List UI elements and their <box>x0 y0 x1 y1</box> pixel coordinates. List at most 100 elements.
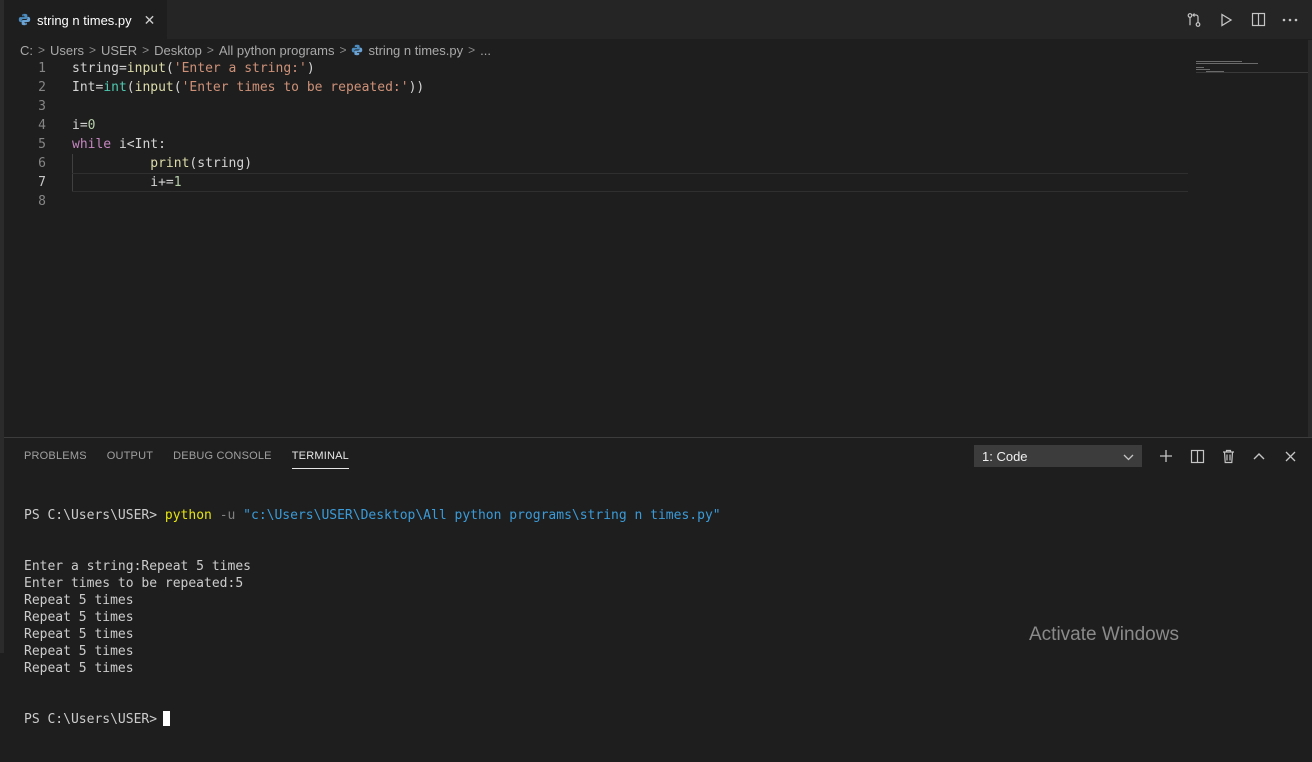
terminal-select-value: 1: Code <box>982 448 1028 464</box>
breadcrumb-item[interactable]: Desktop <box>154 43 202 58</box>
code-token: 'Enter times to be repeated:' <box>181 80 409 95</box>
code-line[interactable]: 8 <box>4 192 1192 211</box>
line-number: 7 <box>38 175 46 190</box>
chevron-right-icon: > <box>38 43 46 57</box>
terminal-prompt: PS C:\Users\USER> <box>24 712 158 727</box>
code-token: ( <box>165 61 174 76</box>
terminal-output-line: Enter times to be repeated:5 <box>24 576 244 591</box>
code-token: i= <box>72 118 88 133</box>
activation-watermark: Activate Windows <box>1029 624 1179 645</box>
panel-actions <box>1156 446 1300 466</box>
minimap-line <box>1196 61 1242 62</box>
code-token: i<Int: <box>111 137 166 152</box>
code-editor[interactable]: 1 string=input('Enter a string:') 2 Int=int… <box>4 59 1192 437</box>
terminal-command-line: PS C:\Users\USER> python -u "c:\Users\US… <box>24 507 1294 524</box>
editor-tab-bar: string n times.py ✕ <box>4 0 1312 40</box>
code-token: ) <box>306 61 315 76</box>
code-line[interactable]: 5 while i<Int: <box>4 135 1192 154</box>
code-text: i+=1 <box>72 173 182 192</box>
line-number: 5 <box>38 137 46 152</box>
line-number: 6 <box>38 156 46 171</box>
panel-tab-debug-console[interactable]: DEBUG CONSOLE <box>173 450 272 469</box>
minimap-line <box>1196 63 1258 64</box>
code-text: i=0 <box>72 116 95 135</box>
panel-tab-output[interactable]: OUTPUT <box>107 450 153 469</box>
code-text: print(string) <box>72 154 252 173</box>
line-number: 3 <box>38 99 46 114</box>
panel-tab-terminal[interactable]: TERMINAL <box>291 450 349 469</box>
code-token: print <box>150 156 190 171</box>
minimap[interactable] <box>1192 59 1309 437</box>
code-text: Int=int(input('Enter times to be repeate… <box>72 78 424 97</box>
code-token: 'Enter a string:' <box>173 61 307 76</box>
breadcrumb: C: > Users > USER > Desktop > All python… <box>20 40 491 60</box>
terminal-flag: -u <box>219 508 236 523</box>
open-changes-icon[interactable] <box>1184 10 1204 30</box>
chevron-right-icon: > <box>88 43 96 57</box>
code-token: i+= <box>72 175 174 190</box>
code-token: string= <box>72 61 127 76</box>
line-number: 4 <box>38 118 46 133</box>
line-number: 2 <box>38 80 46 95</box>
code-line[interactable]: 7 i+=1 <box>4 173 1192 192</box>
code-line[interactable]: 4 i=0 <box>4 116 1192 135</box>
run-icon[interactable] <box>1216 10 1236 30</box>
split-editor-icon[interactable] <box>1248 10 1268 30</box>
minimap-line <box>1196 67 1204 68</box>
split-terminal-icon[interactable] <box>1187 446 1207 466</box>
python-file-icon <box>18 13 31 29</box>
panel-tab-problems[interactable]: PROBLEMS <box>24 450 87 469</box>
more-actions-icon[interactable] <box>1280 10 1300 30</box>
minimap-viewport <box>1196 72 1309 73</box>
code-line[interactable]: 2 Int=int(input('Enter times to be repeat… <box>4 78 1192 97</box>
terminal-output-line: Enter a string:Repeat 5 times <box>24 559 251 574</box>
terminal-prompt: PS C:\Users\USER> <box>24 508 158 523</box>
chevron-right-icon: > <box>142 43 150 57</box>
python-file-icon <box>351 44 363 56</box>
terminal-output[interactable]: PS C:\Users\USER> python -u "c:\Users\US… <box>24 473 1294 762</box>
code-token: 1 <box>173 175 182 190</box>
editor-scrollbar[interactable] <box>1308 40 1312 437</box>
terminal-select[interactable]: 1: Code <box>974 445 1142 467</box>
chevron-right-icon: > <box>339 43 347 57</box>
code-token: Int= <box>72 80 104 95</box>
bottom-panel: PROBLEMS OUTPUT DEBUG CONSOLE TERMINAL 1: C… <box>4 437 1312 727</box>
breadcrumb-symbols[interactable]: ... <box>480 43 491 58</box>
code-line[interactable]: 1 string=input('Enter a string:') <box>4 59 1192 78</box>
terminal-final-line: PS C:\Users\USER> <box>24 711 1294 728</box>
terminal-command: python <box>164 508 212 523</box>
terminal-output-line: Repeat 5 times <box>24 593 134 608</box>
code-line[interactable]: 6 print(string) <box>4 154 1192 173</box>
breadcrumb-item[interactable]: Users <box>50 43 84 58</box>
code-token: int <box>103 80 127 95</box>
code-token: ( <box>173 80 182 95</box>
chevron-right-icon: > <box>468 43 476 57</box>
line-number: 8 <box>38 194 46 209</box>
breadcrumb-file[interactable]: string n times.py <box>368 43 463 58</box>
panel-tabs: PROBLEMS OUTPUT DEBUG CONSOLE TERMINAL <box>24 450 349 469</box>
trash-icon[interactable] <box>1218 446 1238 466</box>
editor-tab-title: string n times.py <box>37 13 132 28</box>
breadcrumb-item[interactable]: USER <box>101 43 137 58</box>
chevron-right-icon: > <box>206 43 214 57</box>
code-text: while i<Int: <box>72 135 166 154</box>
close-tab-icon[interactable]: ✕ <box>144 12 156 29</box>
new-terminal-icon[interactable] <box>1156 446 1176 466</box>
close-panel-icon[interactable] <box>1280 446 1300 466</box>
code-token: )) <box>408 80 425 95</box>
code-line[interactable]: 3 <box>4 97 1192 116</box>
terminal-path: "c:\Users\USER\Desktop\All python progra… <box>243 508 721 523</box>
code-token: while <box>72 137 112 152</box>
code-token: ( <box>126 80 135 95</box>
editor-tab[interactable]: string n times.py ✕ <box>4 0 168 40</box>
code-token: input <box>126 61 166 76</box>
terminal-cursor <box>163 711 171 726</box>
terminal-output-lines: Enter a string:Repeat 5 times Enter times… <box>24 558 1294 677</box>
code-token: (string) <box>189 156 253 171</box>
breadcrumb-item[interactable]: All python programs <box>219 43 335 58</box>
chevron-up-icon[interactable] <box>1249 446 1269 466</box>
chevron-down-icon <box>1123 449 1134 464</box>
code-text: string=input('Enter a string:') <box>72 59 315 78</box>
breadcrumb-item[interactable]: C: <box>20 43 33 58</box>
